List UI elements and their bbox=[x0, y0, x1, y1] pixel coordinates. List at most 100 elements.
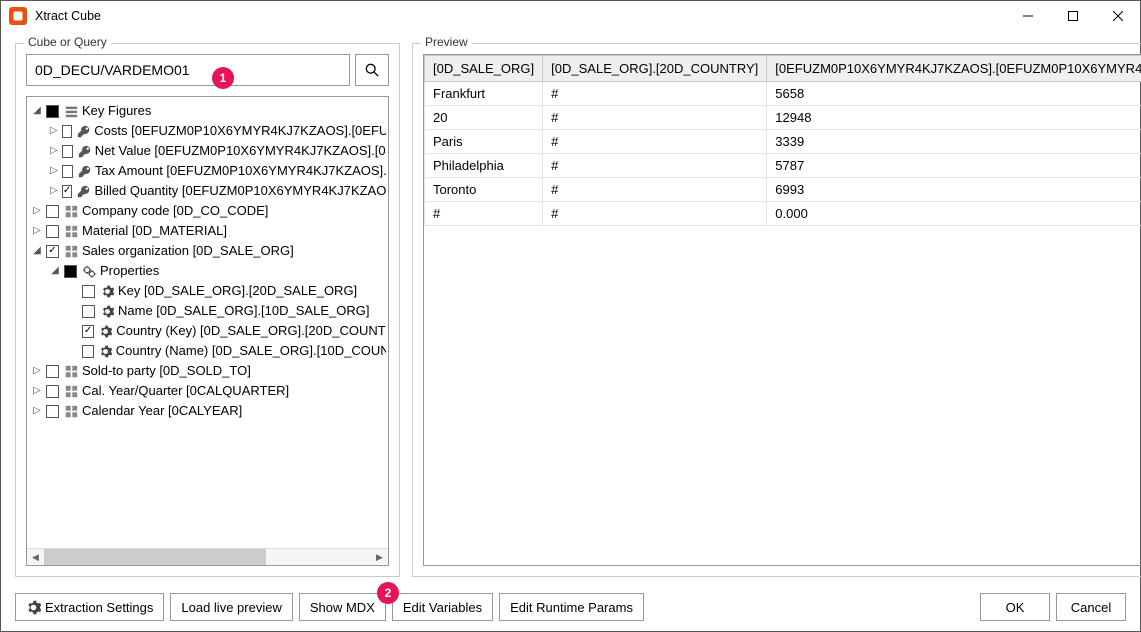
preview-table: [0D_SALE_ORG] [0D_SALE_ORG].[20D_COUNTRY… bbox=[424, 55, 1141, 226]
table-cell: Philadelphia bbox=[425, 154, 543, 178]
annotation-badge-1: 1 bbox=[212, 67, 234, 89]
gear-icon bbox=[26, 600, 41, 615]
table-cell: Frankfurt bbox=[425, 82, 543, 106]
checkbox[interactable] bbox=[46, 365, 59, 378]
table-cell: # bbox=[543, 202, 767, 226]
table-cell: 5787 bbox=[767, 154, 1141, 178]
key-icon bbox=[78, 164, 91, 178]
table-cell: # bbox=[543, 82, 767, 106]
cube-search-input[interactable] bbox=[26, 54, 350, 86]
dimension-icon bbox=[64, 204, 78, 218]
checkbox[interactable] bbox=[46, 385, 59, 398]
checkbox[interactable] bbox=[64, 265, 77, 278]
preview-label: Preview bbox=[421, 35, 472, 49]
checkbox[interactable] bbox=[46, 105, 59, 118]
titlebar: Xtract Cube bbox=[1, 1, 1140, 31]
table-header[interactable]: [0EFUZM0P10X6YMYR4KJ7KZAOS].[0EFUZM0P10X… bbox=[767, 56, 1141, 82]
gear-icon bbox=[100, 284, 114, 298]
checkbox[interactable] bbox=[62, 165, 73, 178]
table-cell: # bbox=[543, 178, 767, 202]
table-header[interactable]: [0D_SALE_ORG] bbox=[425, 56, 543, 82]
scroll-right-arrow[interactable]: ▶ bbox=[371, 549, 388, 565]
cancel-button[interactable]: Cancel bbox=[1056, 593, 1126, 621]
app-icon bbox=[9, 7, 27, 25]
key-figures-icon bbox=[64, 104, 78, 118]
table-cell: # bbox=[543, 154, 767, 178]
table-cell: # bbox=[425, 202, 543, 226]
table-cell: 6993 bbox=[767, 178, 1141, 202]
table-row[interactable]: Philadelphia#5787 bbox=[425, 154, 1141, 178]
table-cell: 0.000 bbox=[767, 202, 1141, 226]
table-cell: Paris bbox=[425, 130, 543, 154]
table-header[interactable]: [0D_SALE_ORG].[20D_COUNTRY] bbox=[543, 56, 767, 82]
tree-node-net-value[interactable]: ▷Net Value [0EFUZM0P10X6YMYR4KJ7KZAOS].[… bbox=[29, 141, 386, 161]
dimension-icon bbox=[64, 224, 78, 238]
minimize-button[interactable] bbox=[1005, 1, 1050, 31]
tree-node-prop-key[interactable]: Key [0D_SALE_ORG].[20D_SALE_ORG] bbox=[29, 281, 386, 301]
extraction-settings-button[interactable]: Extraction Settings bbox=[15, 593, 164, 621]
checkbox[interactable] bbox=[46, 245, 59, 258]
annotation-badge-2: 2 bbox=[377, 582, 399, 604]
table-cell: 5658 bbox=[767, 82, 1141, 106]
tree-node-cal-year-quarter[interactable]: ▷Cal. Year/Quarter [0CALQUARTER] bbox=[29, 381, 386, 401]
dimension-icon bbox=[64, 384, 78, 398]
scroll-left-arrow[interactable]: ◀ bbox=[27, 549, 44, 565]
cube-query-panel: Cube or Query 1 ◢Key Figures ▷Costs [0EF… bbox=[15, 43, 400, 577]
checkbox[interactable] bbox=[62, 185, 73, 198]
key-icon bbox=[77, 124, 90, 138]
table-cell: # bbox=[543, 130, 767, 154]
table-row[interactable]: Frankfurt#5658 bbox=[425, 82, 1141, 106]
checkbox[interactable] bbox=[82, 345, 94, 358]
scroll-track[interactable] bbox=[44, 549, 371, 565]
load-live-preview-button[interactable]: Load live preview bbox=[170, 593, 292, 621]
edit-runtime-params-button[interactable]: Edit Runtime Params bbox=[499, 593, 644, 621]
checkbox[interactable] bbox=[46, 205, 59, 218]
tree-container: ◢Key Figures ▷Costs [0EFUZM0P10X6YMYR4KJ… bbox=[26, 96, 389, 566]
table-cell: 12948 bbox=[767, 106, 1141, 130]
table-cell: Toronto bbox=[425, 178, 543, 202]
tree[interactable]: ◢Key Figures ▷Costs [0EFUZM0P10X6YMYR4KJ… bbox=[27, 97, 388, 548]
maximize-button[interactable] bbox=[1050, 1, 1095, 31]
table-row[interactable]: 20#12948 bbox=[425, 106, 1141, 130]
horizontal-scrollbar[interactable]: ◀ ▶ bbox=[27, 548, 388, 565]
table-row[interactable]: ##0.000 bbox=[425, 202, 1141, 226]
checkbox[interactable] bbox=[82, 325, 94, 338]
tree-node-material[interactable]: ▷Material [0D_MATERIAL] bbox=[29, 221, 386, 241]
close-button[interactable] bbox=[1095, 1, 1140, 31]
tree-node-prop-country-key[interactable]: Country (Key) [0D_SALE_ORG].[20D_COUNTRY… bbox=[29, 321, 386, 341]
tree-node-costs[interactable]: ▷Costs [0EFUZM0P10X6YMYR4KJ7KZAOS].[0EFU… bbox=[29, 121, 386, 141]
search-button[interactable] bbox=[355, 54, 389, 86]
checkbox[interactable] bbox=[62, 125, 73, 138]
checkbox[interactable] bbox=[62, 145, 73, 158]
dimension-icon bbox=[64, 404, 78, 418]
table-cell: 20 bbox=[425, 106, 543, 130]
table-row[interactable]: Paris#3339 bbox=[425, 130, 1141, 154]
scroll-thumb[interactable] bbox=[44, 549, 266, 565]
tree-node-sold-to[interactable]: ▷Sold-to party [0D_SOLD_TO] bbox=[29, 361, 386, 381]
tree-node-prop-name[interactable]: Name [0D_SALE_ORG].[10D_SALE_ORG] bbox=[29, 301, 386, 321]
table-row[interactable]: Toronto#6993 bbox=[425, 178, 1141, 202]
footer-toolbar: Extraction Settings Load live preview Sh… bbox=[1, 587, 1140, 631]
preview-panel: Preview [0D_SALE_ORG] [0D_SALE_ORG].[20D… bbox=[412, 43, 1141, 577]
show-mdx-button[interactable]: Show MDX bbox=[299, 593, 386, 621]
checkbox[interactable] bbox=[82, 285, 95, 298]
tree-node-sales-org[interactable]: ◢Sales organization [0D_SALE_ORG] bbox=[29, 241, 386, 261]
ok-button[interactable]: OK bbox=[980, 593, 1050, 621]
checkbox[interactable] bbox=[46, 405, 59, 418]
tree-node-calendar-year[interactable]: ▷Calendar Year [0CALYEAR] bbox=[29, 401, 386, 421]
preview-table-container: [0D_SALE_ORG] [0D_SALE_ORG].[20D_COUNTRY… bbox=[423, 54, 1141, 566]
checkbox[interactable] bbox=[82, 305, 95, 318]
gear-icon bbox=[99, 324, 112, 338]
key-icon bbox=[78, 144, 91, 158]
table-cell: 3339 bbox=[767, 130, 1141, 154]
tree-node-key-figures[interactable]: ◢Key Figures bbox=[29, 101, 386, 121]
key-icon bbox=[77, 184, 90, 198]
tree-node-company-code[interactable]: ▷Company code [0D_CO_CODE] bbox=[29, 201, 386, 221]
checkbox[interactable] bbox=[46, 225, 59, 238]
tree-node-tax-amount[interactable]: ▷Tax Amount [0EFUZM0P10X6YMYR4KJ7KZAOS].… bbox=[29, 161, 386, 181]
edit-variables-button[interactable]: Edit Variables bbox=[392, 593, 493, 621]
tree-node-billed-qty[interactable]: ▷Billed Quantity [0EFUZM0P10X6YMYR4KJ7KZ… bbox=[29, 181, 386, 201]
tree-node-prop-country-name[interactable]: Country (Name) [0D_SALE_ORG].[10D_COUNTR… bbox=[29, 341, 386, 361]
gear-icon bbox=[100, 304, 114, 318]
tree-node-properties[interactable]: ◢Properties bbox=[29, 261, 386, 281]
